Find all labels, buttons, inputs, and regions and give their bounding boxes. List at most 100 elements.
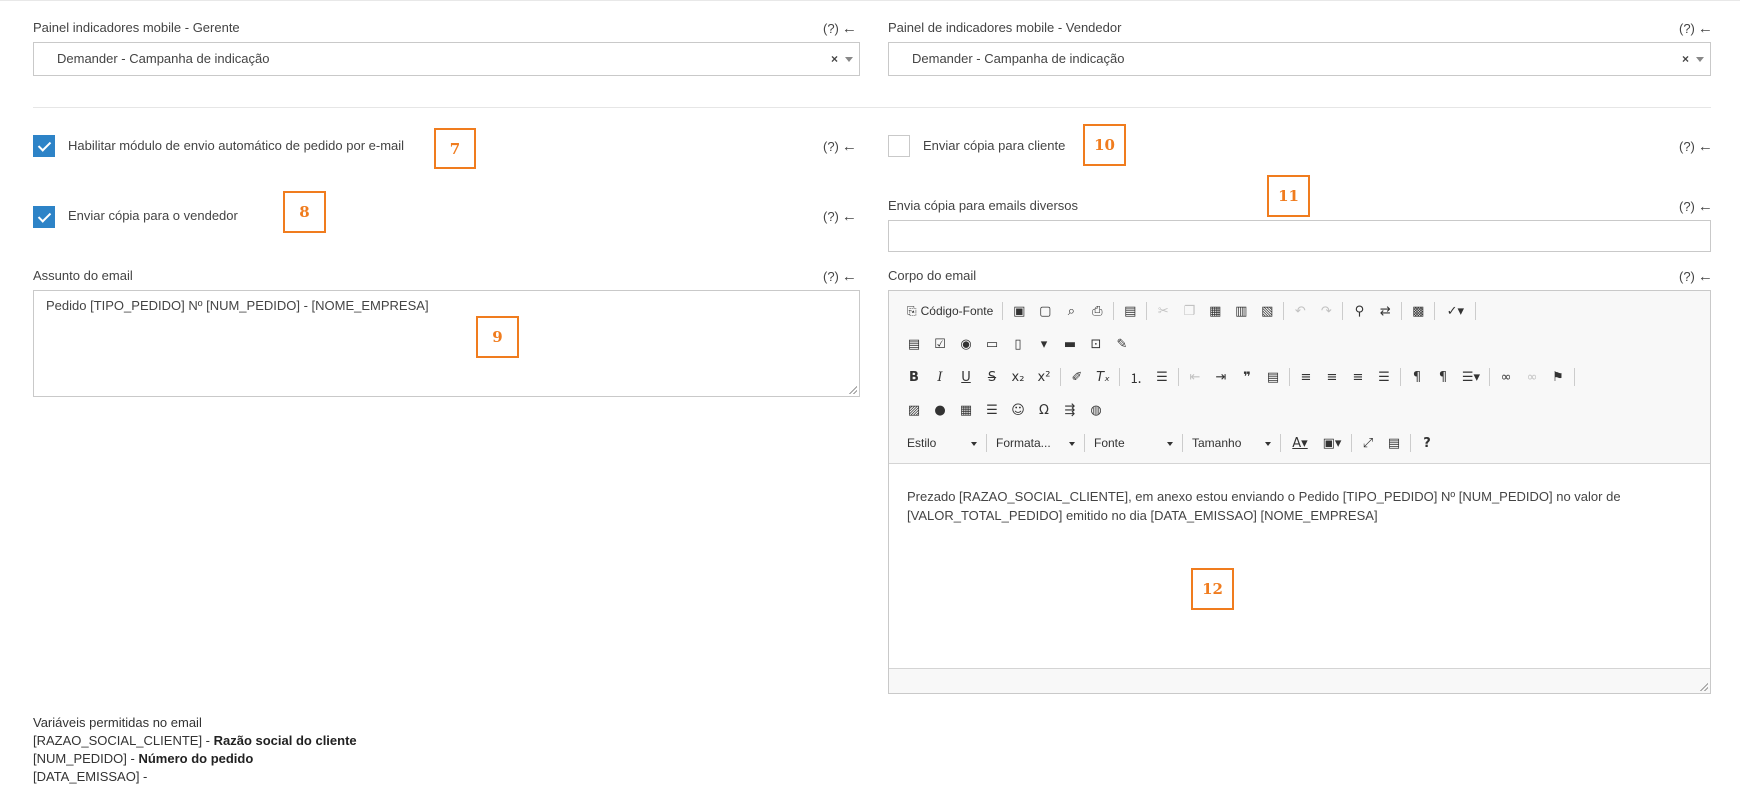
show-blocks-icon[interactable]: ▤ xyxy=(1381,431,1407,455)
new-page-icon[interactable]: ▢ xyxy=(1032,299,1058,323)
format-combo-label: Formata... xyxy=(996,436,1051,450)
bulleted-list-icon[interactable]: ☰ xyxy=(1149,365,1175,389)
italic-icon[interactable]: I xyxy=(927,365,953,389)
preview-icon[interactable]: ⌕ xyxy=(1058,299,1084,323)
align-center-icon[interactable]: ≡ xyxy=(1319,365,1345,389)
chevron-down-icon xyxy=(1167,442,1173,446)
strike-icon[interactable]: S xyxy=(979,365,1005,389)
style-combo[interactable]: Estilo xyxy=(901,431,983,455)
copy-format-icon[interactable]: ✐ xyxy=(1064,365,1090,389)
misc-emails-input[interactable] xyxy=(888,220,1711,252)
misc-emails-help[interactable]: (?) ← xyxy=(1679,198,1713,215)
page-break-icon[interactable]: ⇶ xyxy=(1057,398,1083,422)
radio-icon[interactable]: ◉ xyxy=(953,332,979,356)
smiley-icon[interactable]: ☺ xyxy=(1005,398,1031,422)
mobile-seller-select[interactable]: Demander - Campanha de indicação × xyxy=(888,42,1711,76)
templates-icon[interactable]: ▤ xyxy=(1117,299,1143,323)
maximize-icon[interactable]: ⤢ xyxy=(1355,431,1381,455)
section-divider xyxy=(33,107,1711,108)
print-icon[interactable]: ⎙ xyxy=(1084,299,1110,323)
blockquote-icon[interactable]: ❞ xyxy=(1234,365,1260,389)
subject-textarea[interactable]: Pedido [TIPO_PEDIDO] Nº [NUM_PEDIDO] - [… xyxy=(33,290,860,397)
unlink-icon[interactable]: ∞ xyxy=(1519,365,1545,389)
outdent-icon[interactable]: ⇤ xyxy=(1182,365,1208,389)
save-icon[interactable]: ▣ xyxy=(1006,299,1032,323)
editor-content[interactable]: Prezado [RAZAO_SOCIAL_CLIENTE], em anexo… xyxy=(889,465,1710,525)
mobile-manager-select[interactable]: Demander - Campanha de indicação × xyxy=(33,42,860,76)
bold-icon[interactable]: B xyxy=(901,365,927,389)
about-icon[interactable]: ? xyxy=(1414,431,1440,455)
resize-handle-icon[interactable] xyxy=(1700,683,1708,691)
superscript-icon[interactable]: x² xyxy=(1031,365,1057,389)
source-button[interactable]: ⎘ Código-Fonte xyxy=(901,299,999,323)
resize-handle-icon[interactable] xyxy=(849,386,857,394)
copy-client-checkbox[interactable] xyxy=(888,135,910,157)
paste-text-icon[interactable]: ▥ xyxy=(1228,299,1254,323)
mobile-manager-label: Painel indicadores mobile - Gerente xyxy=(33,20,240,35)
body-help[interactable]: (?) ← xyxy=(1679,268,1713,285)
replace-icon[interactable]: ⇄ xyxy=(1372,299,1398,323)
size-combo[interactable]: Tamanho xyxy=(1186,431,1277,455)
image-button-icon[interactable]: ⊡ xyxy=(1083,332,1109,356)
paste-word-icon[interactable]: ▧ xyxy=(1254,299,1280,323)
mobile-manager-help[interactable]: (?) ← xyxy=(823,20,857,37)
arrow-left-icon: ← xyxy=(841,138,857,155)
remove-format-icon[interactable]: Tₓ xyxy=(1090,365,1116,389)
checkbox-icon[interactable]: ☑ xyxy=(927,332,953,356)
find-icon[interactable]: ⚲ xyxy=(1346,299,1372,323)
spellcheck-icon[interactable]: ✓▾ xyxy=(1438,299,1472,323)
bg-color-icon[interactable]: ▣▾ xyxy=(1316,431,1348,455)
paste-icon[interactable]: ▦ xyxy=(1202,299,1228,323)
rtl-icon[interactable]: ¶ xyxy=(1430,365,1456,389)
variable-key: [RAZAO_SOCIAL_CLIENTE] - xyxy=(33,733,214,748)
button-field-icon[interactable]: ▬ xyxy=(1057,332,1083,356)
enable-email-checkbox[interactable] xyxy=(33,135,55,157)
rich-text-editor[interactable]: ⎘ Código-Fonte ▣ ▢ ⌕ ⎙ ▤ ✂ ❐ ▦ ▥ ▧ ↶ ↷ ⚲ … xyxy=(888,290,1711,694)
special-char-icon[interactable]: Ω xyxy=(1031,398,1057,422)
link-icon[interactable]: ∞ xyxy=(1493,365,1519,389)
select-all-icon[interactable]: ▩ xyxy=(1405,299,1431,323)
subscript-icon[interactable]: x₂ xyxy=(1005,365,1031,389)
cut-icon[interactable]: ✂ xyxy=(1150,299,1176,323)
anchor-icon[interactable]: ⚑ xyxy=(1545,365,1571,389)
underline-icon[interactable]: U xyxy=(953,365,979,389)
misc-emails-label: Envia cópia para emails diversos xyxy=(888,198,1079,213)
ltr-icon[interactable]: ¶ xyxy=(1404,365,1430,389)
numbered-list-icon[interactable]: ⒈ xyxy=(1123,365,1149,389)
textarea-icon[interactable]: ▯ xyxy=(1005,332,1031,356)
table-icon[interactable]: ▦ xyxy=(953,398,979,422)
redo-icon[interactable]: ↷ xyxy=(1313,299,1339,323)
iframe-icon[interactable]: ◍ xyxy=(1083,398,1109,422)
copy-client-help[interactable]: (?) ← xyxy=(1679,138,1713,155)
chevron-down-icon[interactable] xyxy=(1696,57,1704,62)
horizontal-line-icon[interactable]: ☰ xyxy=(979,398,1005,422)
form-icon[interactable]: ▤ xyxy=(901,332,927,356)
clear-icon[interactable]: × xyxy=(831,43,838,75)
align-right-icon[interactable]: ≡ xyxy=(1345,365,1371,389)
hidden-field-icon[interactable]: ✎ xyxy=(1109,332,1135,356)
clear-icon[interactable]: × xyxy=(1682,43,1689,75)
format-combo[interactable]: Formata... xyxy=(990,431,1081,455)
flash-icon[interactable]: ● xyxy=(927,398,953,422)
font-combo[interactable]: Fonte xyxy=(1088,431,1179,455)
enable-email-help[interactable]: (?) ← xyxy=(823,138,857,155)
language-icon[interactable]: ☰▾ xyxy=(1456,365,1486,389)
mobile-seller-help[interactable]: (?) ← xyxy=(1679,20,1713,37)
div-container-icon[interactable]: ▤ xyxy=(1260,365,1286,389)
font-combo-label: Fonte xyxy=(1094,436,1125,450)
chevron-down-icon[interactable] xyxy=(845,57,853,62)
copy-seller-checkbox[interactable] xyxy=(33,206,55,228)
select-field-icon[interactable]: ▾ xyxy=(1031,332,1057,356)
help-icon: (?) xyxy=(823,139,839,154)
copy-seller-help[interactable]: (?) ← xyxy=(823,208,857,225)
indent-icon[interactable]: ⇥ xyxy=(1208,365,1234,389)
align-left-icon[interactable]: ≡ xyxy=(1293,365,1319,389)
align-justify-icon[interactable]: ☰ xyxy=(1371,365,1397,389)
copy-icon[interactable]: ❐ xyxy=(1176,299,1202,323)
undo-icon[interactable]: ↶ xyxy=(1287,299,1313,323)
variable-key: [DATA_EMISSAO] - xyxy=(33,769,148,784)
image-icon[interactable]: ▨ xyxy=(901,398,927,422)
text-color-icon[interactable]: A▾ xyxy=(1284,431,1316,455)
textfield-icon[interactable]: ▭ xyxy=(979,332,1005,356)
subject-help[interactable]: (?) ← xyxy=(823,268,857,285)
